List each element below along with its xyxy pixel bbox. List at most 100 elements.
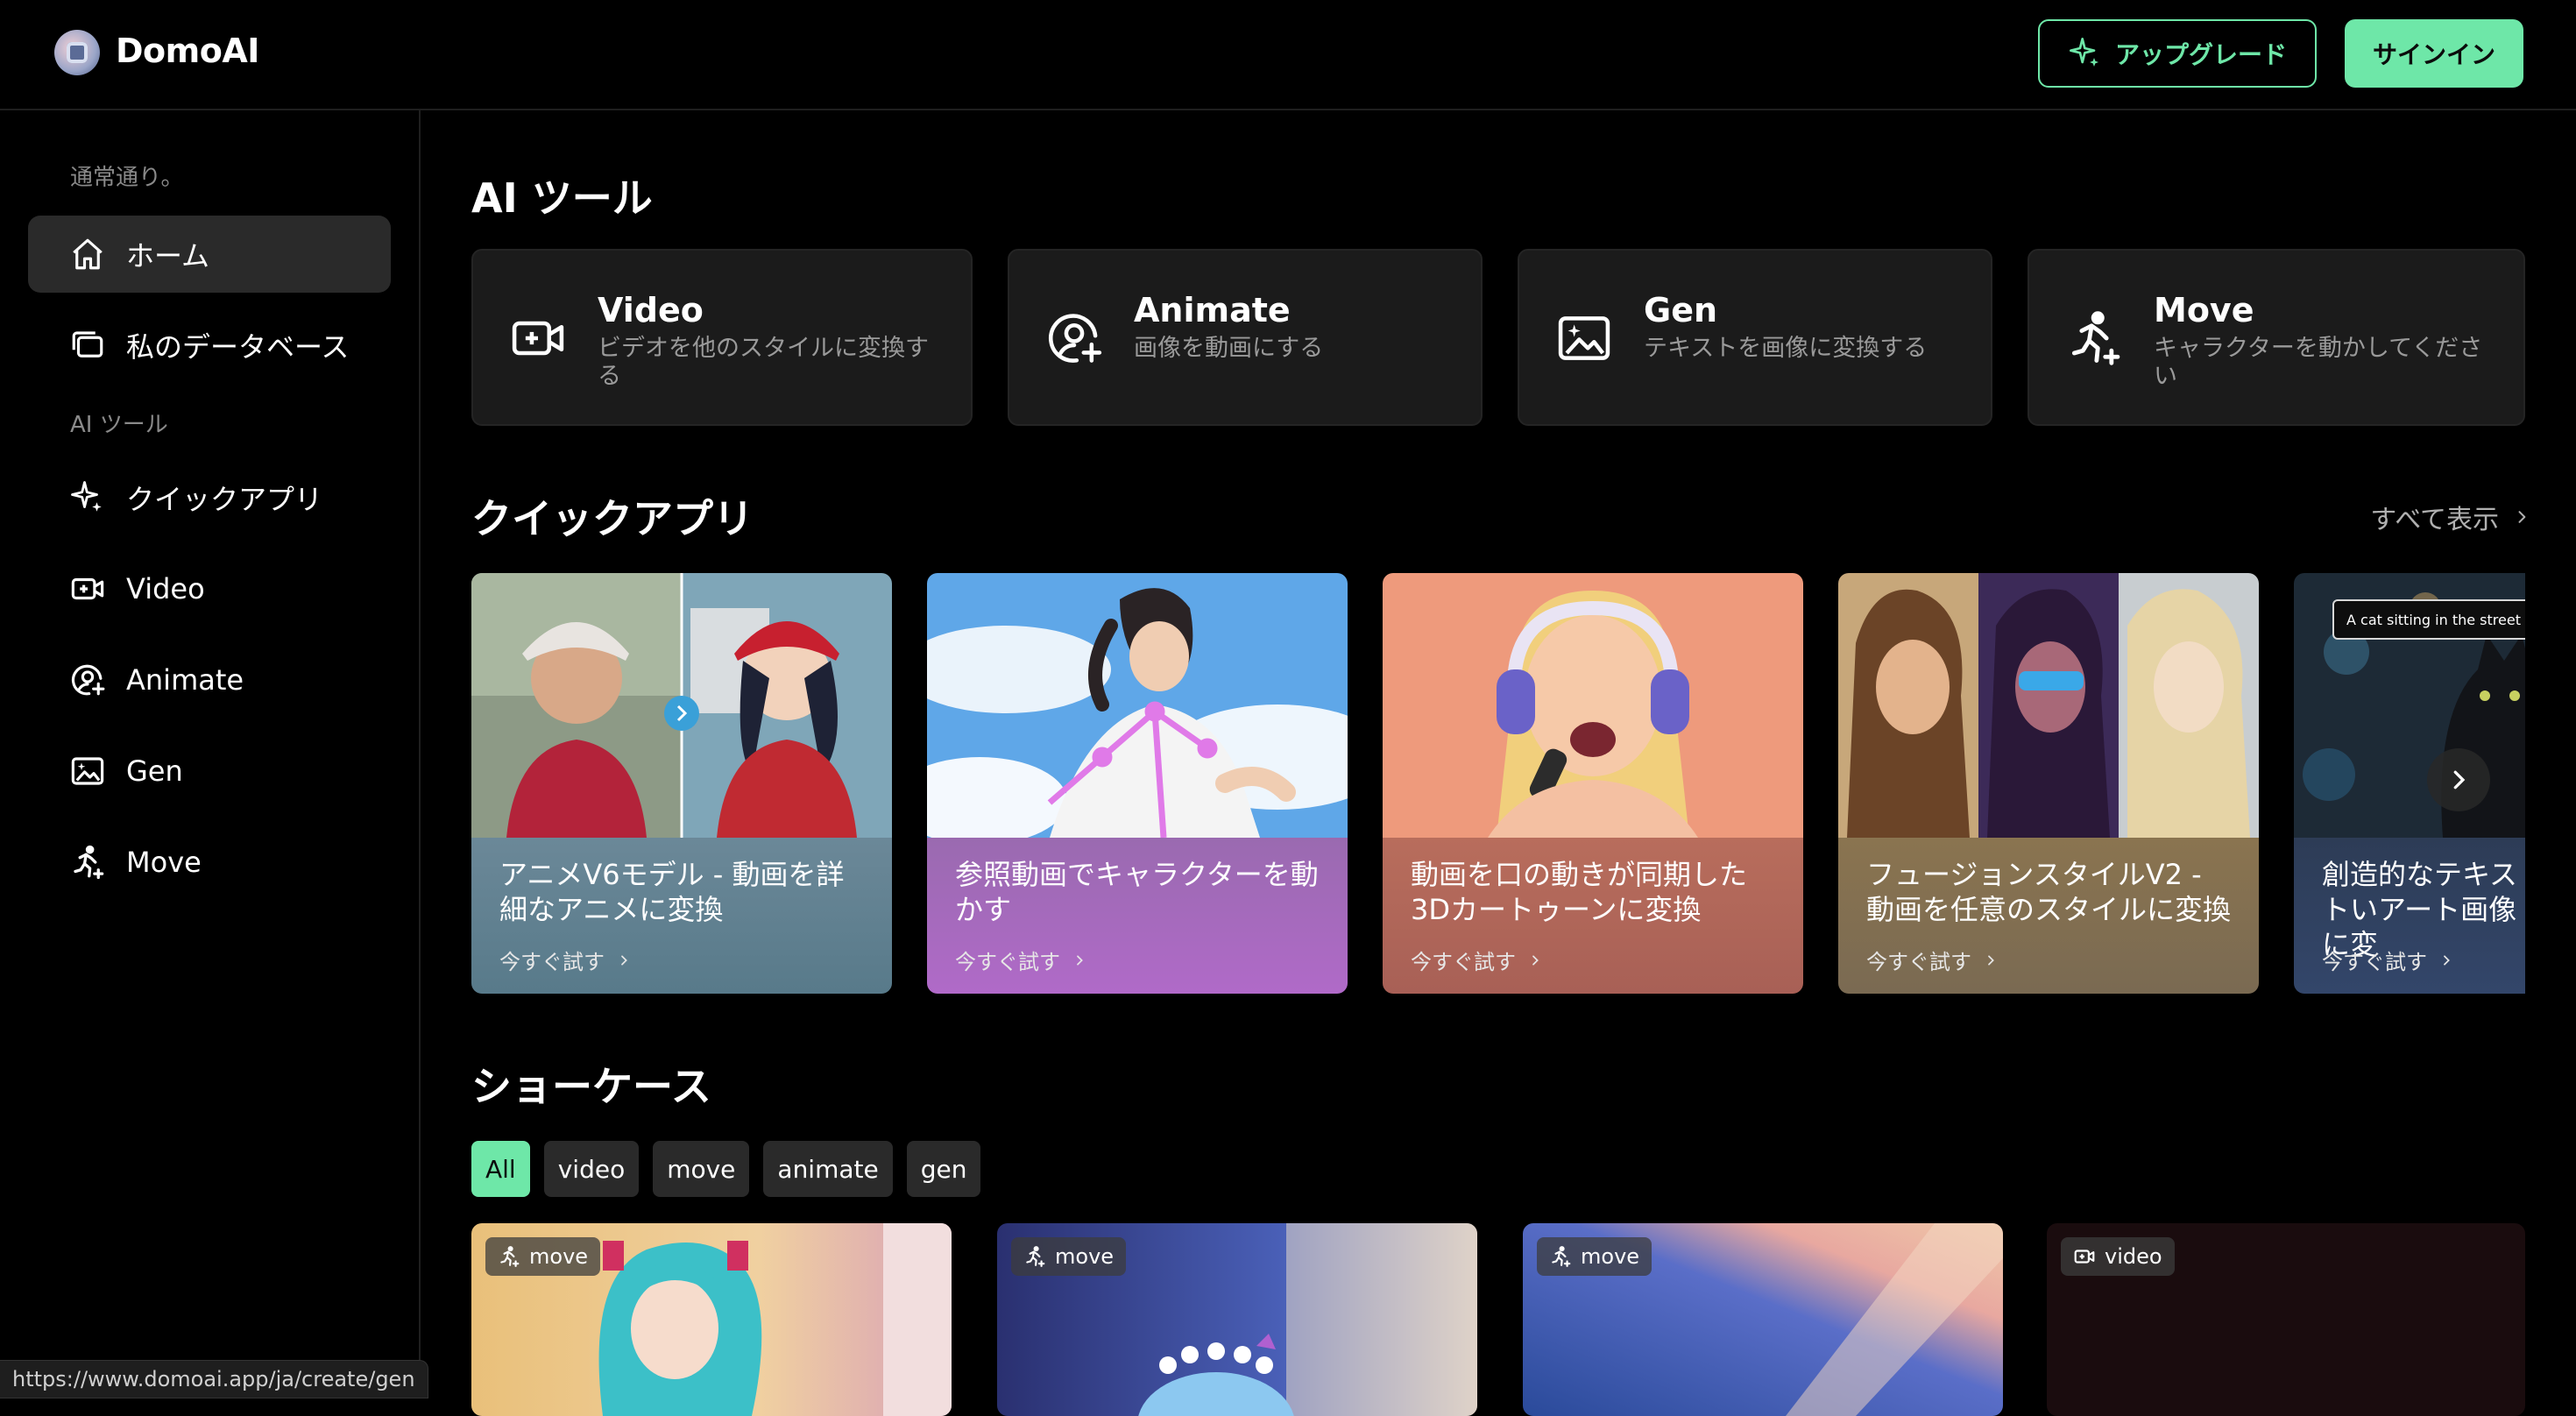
showcase-filter-bar: All video move animate gen [471, 1141, 981, 1197]
sidebar-item-label: Move [126, 846, 202, 879]
try-now-link[interactable]: 今すぐ試す [499, 945, 631, 975]
tool-card-animate[interactable]: Animate 画像を動画にする [1008, 249, 1483, 426]
try-now-label: 今すぐ試す [1411, 950, 1516, 974]
prompt-overlay: A cat sitting in the street of a c [2332, 599, 2525, 640]
try-now-link[interactable]: 今すぐ試す [1866, 945, 1998, 975]
sidebar-item-my-database[interactable]: 私のデータベース [28, 307, 391, 384]
badge-label: video [2105, 1244, 2162, 1269]
filter-chip-animate[interactable]: animate [763, 1141, 893, 1197]
animate-icon [1044, 308, 1104, 368]
sparkle-icon [2068, 36, 2103, 71]
tool-card-video[interactable]: Video ビデオを他のスタイルに変換する [471, 249, 973, 426]
move-icon [1023, 1245, 1046, 1268]
quick-app-thumbnail [1383, 573, 1803, 838]
try-now-label: 今すぐ試す [499, 950, 605, 974]
showcase-heading: ショーケース [471, 1063, 711, 1110]
sidebar: 通常通り。 ホーム 私のデータベース AI ツール クイックアプリ Video … [0, 110, 421, 1397]
animate-icon [68, 661, 107, 699]
tool-card-title: Move [2154, 291, 2254, 329]
tool-card-description: キャラクターを動かしてください [2154, 335, 2483, 390]
chevron-right-icon [1528, 953, 1542, 967]
video-icon [68, 570, 107, 608]
quick-app-card[interactable]: アニメV6モデル - 動画を詳細なアニメに変換 今すぐ試す [471, 573, 892, 994]
showcase-card[interactable]: move [1523, 1223, 2003, 1416]
ai-tools-heading: AI ツール [471, 174, 653, 222]
see-all-label: すべて表示 [2370, 505, 2499, 535]
quick-app-info: アニメV6モデル - 動画を詳細なアニメに変換 今すぐ試す [471, 838, 892, 994]
showcase-type-badge: move [1011, 1237, 1127, 1276]
signin-button[interactable]: サインイン [2345, 19, 2523, 88]
quick-app-info: フュージョンスタイルV2 - 動画を任意のスタイルに変換 今すぐ試す [1838, 838, 2259, 994]
chevron-right-icon [1072, 953, 1086, 967]
quick-app-card[interactable]: フュージョンスタイルV2 - 動画を任意のスタイルに変換 今すぐ試す [1838, 573, 2259, 994]
move-icon [2064, 308, 2124, 368]
move-icon [1549, 1245, 1572, 1268]
sidebar-item-label: ホーム [126, 239, 210, 273]
quick-app-title: フュージョンスタイルV2 - 動画を任意のスタイルに変換 [1866, 858, 2232, 926]
image-icon [1554, 308, 1614, 368]
sidebar-item-video[interactable]: Video [28, 550, 391, 627]
carousel-next-button[interactable] [2427, 748, 2490, 811]
sidebar-section-ai-tools: AI ツール [70, 412, 168, 438]
filter-chip-video[interactable]: video [543, 1141, 640, 1197]
see-all-link[interactable]: すべて表示 [2370, 498, 2530, 536]
quick-app-title: アニメV6モデル - 動画を詳細なアニメに変換 [499, 858, 845, 926]
upgrade-button[interactable]: アップグレード [2038, 19, 2317, 88]
tool-card-gen[interactable]: Gen テキストを画像に変換する [1518, 249, 1992, 426]
sidebar-section-general: 通常通り。 [70, 165, 184, 191]
badge-label: move [1055, 1244, 1115, 1269]
showcase-card[interactable]: video [2047, 1223, 2525, 1416]
quick-app-thumbnail [1838, 573, 2259, 838]
domoai-logo-icon[interactable] [54, 30, 100, 75]
sidebar-item-label: Gen [126, 754, 183, 788]
quick-app-info: 参照動画でキャラクターを動かす 今すぐ試す [927, 838, 1348, 994]
quick-app-card[interactable]: 動画を口の動きが同期した3Dカートゥーンに変換 今すぐ試す [1383, 573, 1803, 994]
try-now-link[interactable]: 今すぐ試す [1411, 945, 1542, 975]
image-icon [68, 752, 107, 790]
showcase-type-badge: move [485, 1237, 601, 1276]
video-icon [508, 308, 568, 368]
filter-chip-gen[interactable]: gen [906, 1141, 981, 1197]
quick-app-thumbnail [471, 573, 892, 838]
library-icon [68, 326, 107, 365]
sidebar-item-label: Video [126, 572, 205, 605]
tool-card-title: Gen [1644, 291, 1718, 329]
try-now-link[interactable]: 今すぐ試す [955, 945, 1086, 975]
sidebar-item-label: Animate [126, 663, 244, 697]
filter-chip-move[interactable]: move [653, 1141, 750, 1197]
sidebar-item-move[interactable]: Move [28, 824, 391, 901]
sidebar-item-label: クイックアプリ [126, 483, 323, 516]
quick-app-card[interactable]: A cat sitting in the street of a c 創造的なテ… [2294, 573, 2525, 994]
tool-card-description: 画像を動画にする [1134, 335, 1324, 362]
try-now-label: 今すぐ試す [2322, 950, 2427, 974]
sparkle-icon [68, 478, 107, 517]
video-icon [2073, 1245, 2096, 1268]
quick-app-thumbnail [927, 573, 1348, 838]
tool-card-description: ビデオを他のスタイルに変換する [598, 335, 929, 390]
top-header: DomoAI アップグレード サインイン [0, 0, 2576, 110]
sidebar-item-gen[interactable]: Gen [28, 733, 391, 810]
upgrade-label: アップグレード [2114, 40, 2287, 69]
try-now-link[interactable]: 今すぐ試す [2322, 945, 2453, 975]
tool-card-move[interactable]: Move キャラクターを動かしてください [2028, 249, 2525, 426]
sidebar-item-home[interactable]: ホーム [28, 216, 391, 293]
chevron-right-icon [2513, 508, 2530, 526]
home-icon [68, 235, 107, 273]
badge-label: move [529, 1244, 589, 1269]
quick-apps-carousel: アニメV6モデル - 動画を詳細なアニメに変換 今すぐ試す 参照動画でキャラクタ… [471, 573, 2525, 994]
tool-card-title: Animate [1134, 291, 1291, 329]
move-icon [68, 843, 107, 881]
tool-card-title: Video [598, 291, 704, 329]
quick-app-info: 創造的なテキストいアート画像に変 今すぐ試す [2294, 838, 2525, 994]
filter-chip-all[interactable]: All [471, 1141, 530, 1197]
sidebar-item-animate[interactable]: Animate [28, 641, 391, 719]
showcase-card[interactable]: move [471, 1223, 952, 1416]
quick-app-card[interactable]: 参照動画でキャラクターを動かす 今すぐ試す [927, 573, 1348, 994]
quick-apps-heading: クイックアプリ [471, 495, 754, 542]
chevron-right-icon [1984, 953, 1998, 967]
sidebar-item-quick-apps[interactable]: クイックアプリ [28, 459, 391, 536]
move-icon [498, 1245, 520, 1268]
showcase-type-badge: video [2061, 1237, 2175, 1276]
brand-name[interactable]: DomoAI [116, 32, 259, 70]
showcase-card[interactable]: move [997, 1223, 1477, 1416]
